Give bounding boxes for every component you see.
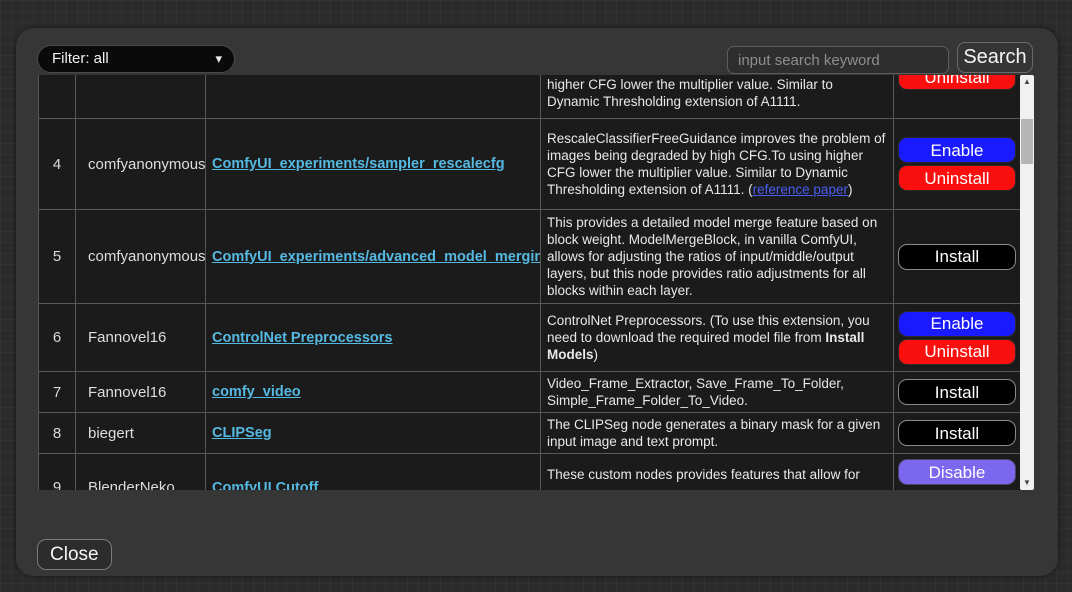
row-number-cell: 5: [39, 210, 76, 304]
table-row: higher CFG lower the multiplier value. S…: [39, 75, 1021, 119]
paren-close: ): [594, 347, 599, 362]
description-text: The CLIPSeg node generates a binary mask…: [547, 417, 880, 449]
extension-link[interactable]: ComfyUI_experiments/advanced_model_mergi…: [212, 249, 541, 265]
scrollbar-thumb[interactable]: [1021, 119, 1033, 164]
title-cell: comfy_video: [206, 372, 541, 413]
table-row: 8 biegert CLIPSeg The CLIPSeg node gener…: [39, 413, 1021, 454]
description-cell: RescaleClassifierFreeGuidance improves t…: [541, 119, 894, 210]
row-number-cell: 7: [39, 372, 76, 413]
actions-cell: Install: [894, 413, 1021, 454]
close-button[interactable]: Close: [37, 539, 112, 570]
enable-button[interactable]: Enable: [898, 137, 1016, 163]
reference-paper-link[interactable]: reference paper: [753, 182, 848, 197]
table-scrollbar[interactable]: ▲ ▼: [1020, 75, 1034, 490]
actions-cell: Install: [894, 372, 1021, 413]
uninstall-button[interactable]: Uninstall: [898, 75, 1016, 90]
description-text: This provides a detailed model merge fea…: [547, 215, 877, 298]
install-button[interactable]: Install: [898, 379, 1016, 405]
enable-button[interactable]: Enable: [898, 311, 1016, 337]
install-button[interactable]: Install: [898, 244, 1016, 270]
actions-cell: Enable Uninstall: [894, 119, 1021, 210]
search-input[interactable]: [727, 46, 949, 74]
title-cell: ControlNet Preprocessors: [206, 304, 541, 372]
description-cell: This provides a detailed model merge fea…: [541, 210, 894, 304]
author-cell: BlenderNeko: [76, 454, 206, 491]
filter-dropdown[interactable]: Filter: all ▾: [37, 45, 235, 73]
row-number-cell: 9: [39, 454, 76, 491]
row-number-cell: 8: [39, 413, 76, 454]
row-number-cell: [39, 75, 76, 119]
filter-dropdown-value: Filter: all: [52, 50, 109, 67]
scroll-up-icon[interactable]: ▲: [1020, 75, 1034, 89]
search-button[interactable]: Search: [957, 42, 1033, 73]
author-cell: Fannovel16: [76, 372, 206, 413]
row-number-cell: 6: [39, 304, 76, 372]
actions-cell: Disable: [894, 454, 1021, 491]
extension-manager-dialog: Filter: all ▾ Search higher CFG lower th…: [16, 28, 1058, 576]
table-row: 5 comfyanonymous ComfyUI_experiments/adv…: [39, 210, 1021, 304]
extension-table: higher CFG lower the multiplier value. S…: [38, 75, 1020, 490]
actions-cell: Enable Uninstall: [894, 304, 1021, 372]
table-row: 9 BlenderNeko ComfyUI Cutoff These custo…: [39, 454, 1021, 491]
chevron-down-icon: ▾: [215, 46, 222, 72]
description-text: ControlNet Preprocessors. (To use this e…: [547, 313, 870, 345]
extension-link[interactable]: ComfyUI_experiments/sampler_rescalecfg: [212, 156, 505, 172]
uninstall-button[interactable]: Uninstall: [898, 339, 1016, 365]
disable-button[interactable]: Disable: [898, 459, 1016, 485]
table-row: 6 Fannovel16 ControlNet Preprocessors Co…: [39, 304, 1021, 372]
title-cell: ComfyUI_experiments/advanced_model_mergi…: [206, 210, 541, 304]
title-cell: ComfyUI_experiments/sampler_rescalecfg: [206, 119, 541, 210]
author-cell: comfyanonymous: [76, 119, 206, 210]
description-cell: Video_Frame_Extractor, Save_Frame_To_Fol…: [541, 372, 894, 413]
table-row: 7 Fannovel16 comfy_video Video_Frame_Ext…: [39, 372, 1021, 413]
actions-cell: Uninstall: [894, 75, 1021, 119]
title-cell: [206, 75, 541, 119]
extension-link[interactable]: comfy_video: [212, 384, 301, 400]
description-cell: These custom nodes provides features tha…: [541, 454, 894, 491]
description-text: higher CFG lower the multiplier value. S…: [547, 77, 833, 109]
extension-link[interactable]: ControlNet Preprocessors: [212, 330, 393, 346]
actions-cell: Install: [894, 210, 1021, 304]
description-cell: The CLIPSeg node generates a binary mask…: [541, 413, 894, 454]
description-cell: ControlNet Preprocessors. (To use this e…: [541, 304, 894, 372]
title-cell: CLIPSeg: [206, 413, 541, 454]
author-cell: Fannovel16: [76, 304, 206, 372]
description-text: These custom nodes provides features tha…: [547, 467, 860, 482]
title-cell: ComfyUI Cutoff: [206, 454, 541, 491]
author-cell: biegert: [76, 413, 206, 454]
row-number-cell: 4: [39, 119, 76, 210]
description-cell: higher CFG lower the multiplier value. S…: [541, 75, 894, 119]
extension-link[interactable]: CLIPSeg: [212, 425, 272, 441]
uninstall-button[interactable]: Uninstall: [898, 165, 1016, 191]
extension-table-viewport: higher CFG lower the multiplier value. S…: [38, 75, 1020, 490]
paren-close: ): [848, 182, 853, 197]
install-button[interactable]: Install: [898, 420, 1016, 446]
scroll-down-icon[interactable]: ▼: [1020, 476, 1034, 490]
author-cell: [76, 75, 206, 119]
description-text: Video_Frame_Extractor, Save_Frame_To_Fol…: [547, 376, 844, 408]
table-row: 4 comfyanonymous ComfyUI_experiments/sam…: [39, 119, 1021, 210]
extension-link[interactable]: ComfyUI Cutoff: [212, 480, 318, 491]
author-cell: comfyanonymous: [76, 210, 206, 304]
